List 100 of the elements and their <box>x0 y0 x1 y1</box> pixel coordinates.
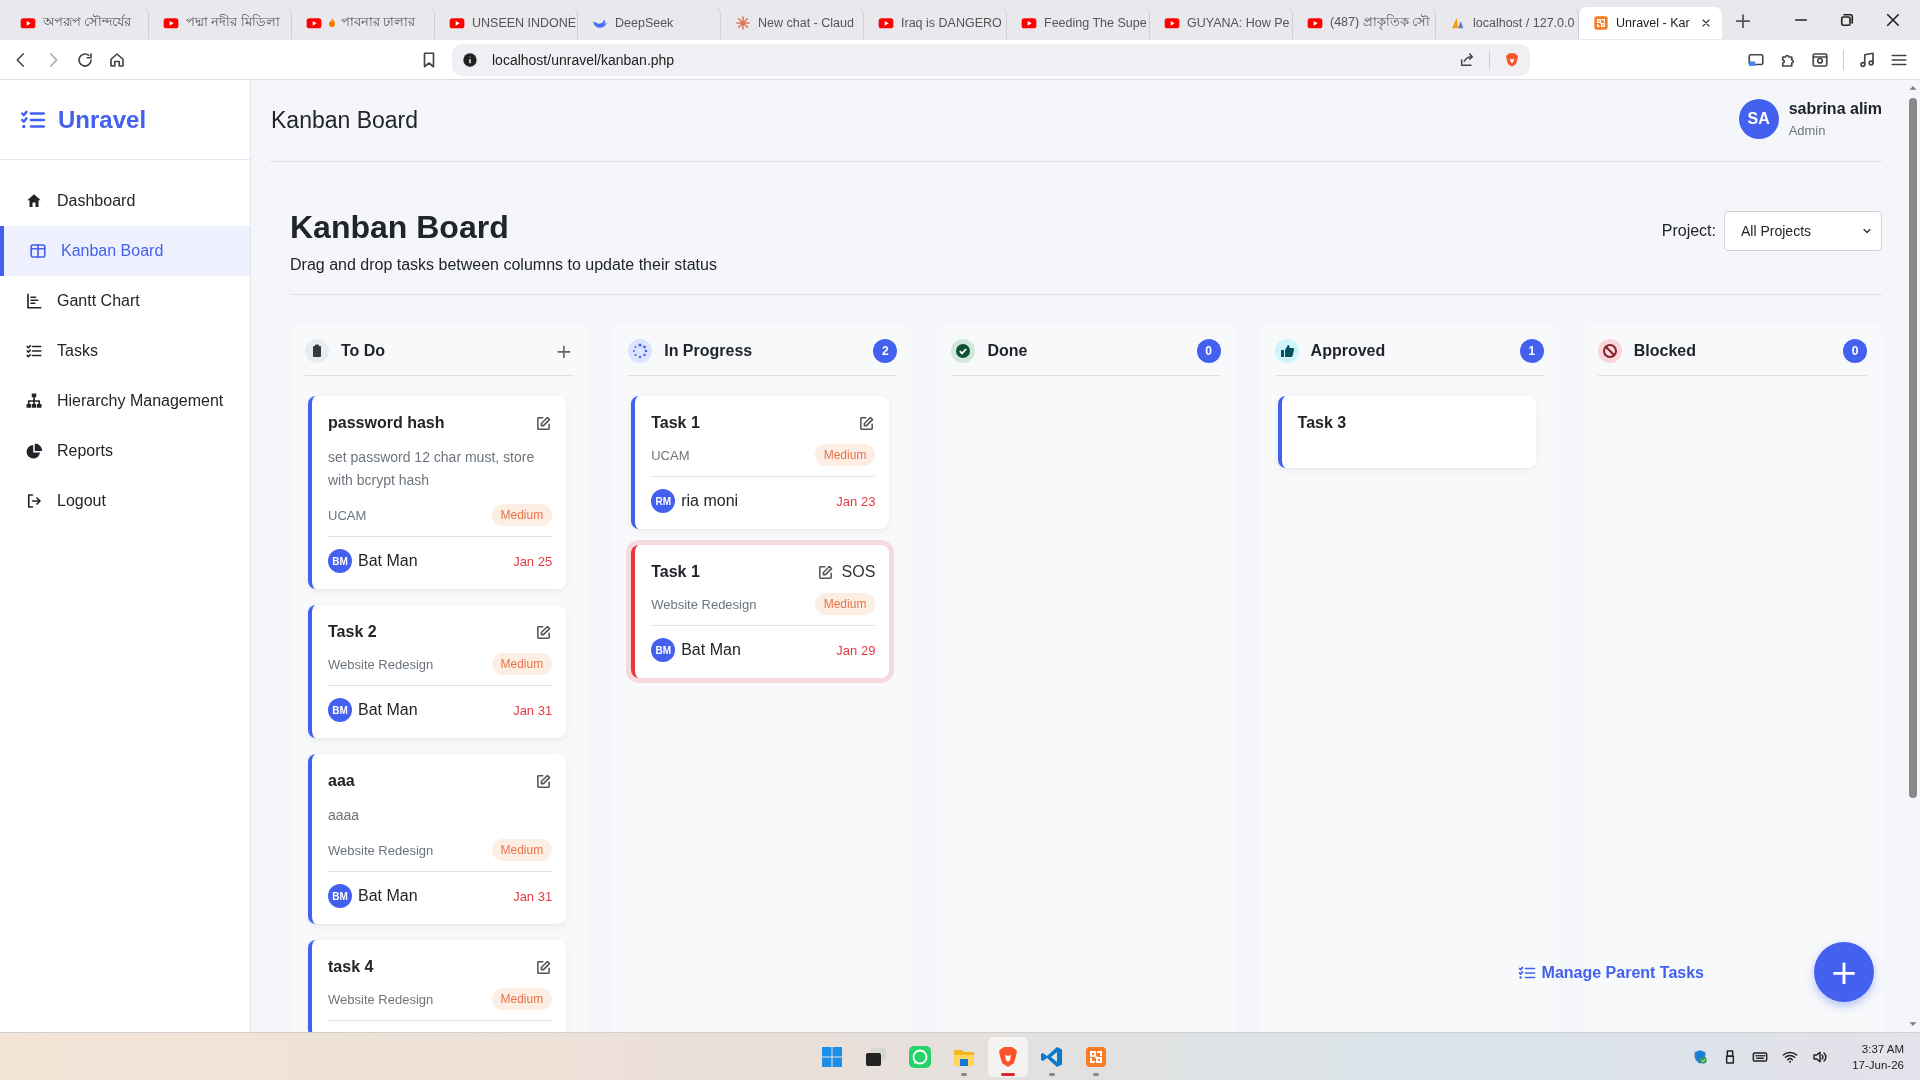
sail-logo-icon <box>1450 15 1466 31</box>
due-date: Jan 25 <box>513 553 553 569</box>
hierarchy-icon <box>25 392 43 410</box>
task-description: set password 12 char must, store with bcrypt hash <box>328 448 536 490</box>
edit-icon[interactable] <box>535 958 553 976</box>
browser-tab[interactable]: পদ্মা নদীর মিডিলা <box>149 7 292 39</box>
start-icon <box>820 1044 844 1069</box>
flag-label: SOS <box>841 563 876 581</box>
user-avatar: SA <box>1738 98 1779 139</box>
column-title: Blocked <box>1633 342 1698 360</box>
assignee-name: ria moni <box>681 492 739 510</box>
count-badge: 2 <box>873 339 898 363</box>
due-date: Jan 29 <box>836 642 876 658</box>
checklist-icon <box>1517 964 1536 982</box>
task-card[interactable]: task 4 Website Redesign Medium <box>308 940 567 1032</box>
column-title: Done <box>987 342 1029 360</box>
assignee-avatar: BM <box>328 698 352 722</box>
assignee-name: Bat Man <box>358 552 418 570</box>
nav-item[interactable]: Tasks <box>0 326 250 376</box>
flame-icon <box>326 17 338 29</box>
nav-item[interactable]: Hierarchy Management <box>0 376 250 426</box>
page-title: Kanban Board <box>270 107 419 134</box>
nav-item[interactable]: Gantt Chart <box>0 276 250 326</box>
clock-date: 17-Jun-26 <box>1852 1057 1904 1073</box>
tab-title: পাবনার ঢালার <box>341 14 417 31</box>
project-name: Website Redesign <box>328 656 434 672</box>
music-icon[interactable] <box>1858 50 1876 69</box>
close-icon[interactable] <box>1700 17 1712 29</box>
nav-item[interactable]: Reports <box>0 426 250 476</box>
side-panel-icon[interactable] <box>1811 50 1829 69</box>
tab-title: UNSEEN INDONE <box>472 16 577 30</box>
reload-icon[interactable] <box>76 50 94 69</box>
share-icon[interactable] <box>1459 51 1475 68</box>
nav-item[interactable]: Kanban Board <box>0 226 250 276</box>
browser-tab[interactable]: DeepSeek <box>578 7 721 39</box>
board-title: Kanban Board <box>290 209 510 246</box>
tab-title: অপরূপ সৌন্দর্যের <box>43 13 133 31</box>
browser-tab[interactable]: New chat - Claud <box>721 7 864 39</box>
browser-tab[interactable]: Unravel - Kar <box>1579 7 1722 39</box>
browser-tab[interactable]: (487) প্রাকৃতিক সৌ <box>1293 7 1436 39</box>
nav-item[interactable]: Logout <box>0 476 250 526</box>
task-title: password hash <box>328 414 445 432</box>
assignee-avatar: BM <box>328 549 352 573</box>
play-logo-icon <box>878 15 894 31</box>
assignee-avatar: RM <box>651 489 676 513</box>
scroll-up-icon[interactable] <box>1907 83 1918 93</box>
edit-icon[interactable] <box>535 772 553 790</box>
chat-app-icon <box>908 1044 932 1069</box>
ban-icon <box>1597 339 1622 363</box>
play-logo-icon <box>163 15 179 31</box>
manage-parent-tasks-link[interactable]: Manage Parent Tasks <box>1517 964 1704 982</box>
task-title: Task 3 <box>1297 414 1347 432</box>
column-title: Approved <box>1310 342 1387 360</box>
edit-icon[interactable] <box>816 563 834 581</box>
browser-tab[interactable]: UNSEEN INDONE <box>435 7 578 39</box>
edit-icon[interactable] <box>535 414 553 432</box>
home-icon[interactable] <box>108 50 126 69</box>
clock-time: 3:37 AM <box>1861 1041 1904 1057</box>
edit-icon[interactable] <box>535 623 553 641</box>
close-icon[interactable] <box>1884 11 1902 29</box>
browser-tab[interactable]: পাবনার ঢালার <box>292 7 435 39</box>
task-title: Task 2 <box>328 623 377 641</box>
priority-badge: Medium <box>491 988 553 1010</box>
pie-chart-icon <box>25 442 43 460</box>
new-tab-button[interactable]: + <box>1726 4 1760 36</box>
priority-badge: Medium <box>491 653 553 675</box>
tab-title: Unravel - Kar <box>1616 16 1691 30</box>
task-card[interactable]: Task 2 Website Redesign Medium BM Bat Man Jan 31 <box>308 605 567 738</box>
x-logo-icon <box>1593 15 1609 31</box>
edit-icon[interactable] <box>858 414 876 432</box>
starburst-logo-icon <box>735 15 751 31</box>
checklist-icon <box>25 342 43 360</box>
task-card[interactable]: password hash set password 12 char must, store with bcrypt hash UCAM Medium BM Bat Man Jan 25 <box>308 396 567 589</box>
project-select[interactable]: All Projects <box>1724 211 1882 251</box>
address-bar[interactable]: localhost/unravel/kanban.php <box>452 43 1530 76</box>
nav-item[interactable]: Dashboard <box>0 176 250 226</box>
task-card[interactable]: aaa aaaa Website Redesign Medium BM Bat Man Jan 31 <box>308 754 567 924</box>
play-logo-icon <box>1021 15 1037 31</box>
tab-title: localhost / 127.0.0 <box>1473 16 1575 30</box>
project-name: Website Redesign <box>328 842 434 858</box>
task-card[interactable]: Task 1 UCAM Medium RM ria moni Jan 23 <box>631 396 890 529</box>
browser-tab[interactable]: Iraq is DANGERO <box>864 7 1007 39</box>
scrollbar-thumb[interactable] <box>1908 98 1917 798</box>
url-text: localhost/unravel/kanban.php <box>492 51 675 68</box>
scroll-down-icon[interactable] <box>1907 1019 1918 1029</box>
lion-logo-icon <box>996 1044 1020 1069</box>
priority-badge: Medium <box>491 839 553 861</box>
project-name: Website Redesign <box>651 596 757 612</box>
lion-logo-icon[interactable] <box>1504 51 1520 68</box>
task-card[interactable]: Task 3 <box>1277 396 1536 468</box>
task-title: Task 1 <box>651 563 700 581</box>
browser-tab[interactable]: GUYANA: How Pe <box>1150 7 1293 39</box>
restore-icon[interactable] <box>1838 11 1856 29</box>
browser-tab[interactable]: Feeding The Supe <box>1007 7 1150 39</box>
add-button[interactable]: + <box>553 339 575 363</box>
count-badge: 1 <box>1519 339 1544 363</box>
browser-tab[interactable]: অপরূপ সৌন্দর্যের <box>6 7 149 39</box>
tab-title: Iraq is DANGERO <box>901 16 1002 30</box>
assignee-name: Bat Man <box>358 887 418 905</box>
security-icon[interactable] <box>1692 1048 1709 1065</box>
